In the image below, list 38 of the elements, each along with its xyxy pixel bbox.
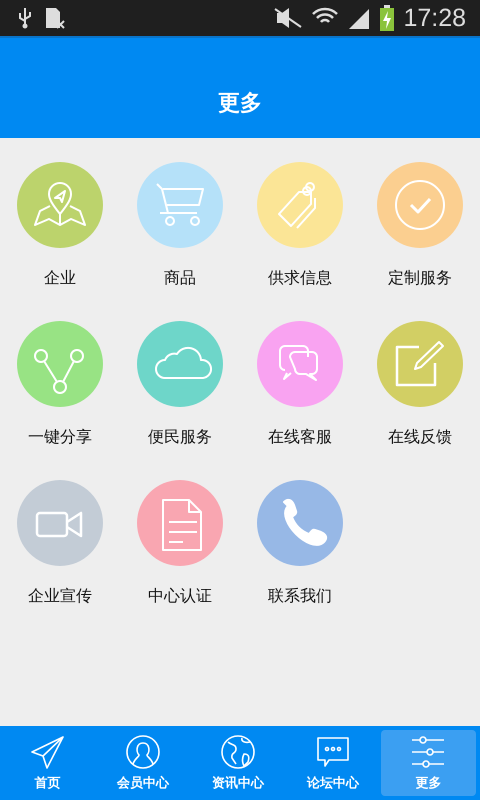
menu-label: 一键分享: [28, 427, 92, 448]
menu-item[interactable]: 便民服务: [120, 321, 240, 448]
menu-label: 企业: [44, 268, 76, 289]
menu-item[interactable]: 商品: [120, 162, 240, 289]
menu-item[interactable]: 企业: [0, 162, 120, 289]
sliders-icon: [410, 734, 446, 770]
signal-icon: [347, 7, 372, 29]
menu-item[interactable]: 定制服务: [360, 162, 480, 289]
menu-label: 定制服务: [388, 268, 452, 289]
battery-icon: [379, 5, 396, 31]
menu-label: 企业宣传: [28, 586, 92, 607]
menu-item[interactable]: 企业宣传: [0, 480, 120, 607]
paper-plane-icon: [30, 734, 66, 770]
sim-card-icon: [44, 6, 66, 30]
menu-label: 供求信息: [268, 268, 332, 289]
menu-item[interactable]: 在线反馈: [360, 321, 480, 448]
menu-label: 商品: [164, 268, 196, 289]
nav-tab[interactable]: 首页: [0, 730, 96, 796]
page-title: 更多: [218, 90, 262, 118]
menu-item[interactable]: 在线客服: [240, 321, 360, 448]
user-icon: [124, 734, 161, 770]
globe-icon: [220, 734, 256, 770]
clock: 17:28: [403, 4, 466, 32]
chat-bubble-icon: [315, 734, 352, 770]
menu-item[interactable]: 中心认证: [120, 480, 240, 607]
menu-label: 在线反馈: [388, 427, 452, 448]
menu-label: 在线客服: [268, 427, 332, 448]
menu-item[interactable]: 供求信息: [240, 162, 360, 289]
menu-label: 联系我们: [268, 586, 332, 607]
menu-label: 便民服务: [148, 427, 212, 448]
mute-icon: [273, 7, 304, 29]
menu-item[interactable]: 一键分享: [0, 321, 120, 448]
usb-icon: [18, 7, 32, 29]
menu-label: 中心认证: [148, 586, 212, 607]
menu-item[interactable]: 联系我们: [240, 480, 360, 607]
nav-tab[interactable]: 论坛中心: [286, 730, 381, 796]
nav-tab[interactable]: 资讯中心: [190, 730, 286, 796]
nav-tab[interactable]: 会员中心: [95, 730, 190, 796]
